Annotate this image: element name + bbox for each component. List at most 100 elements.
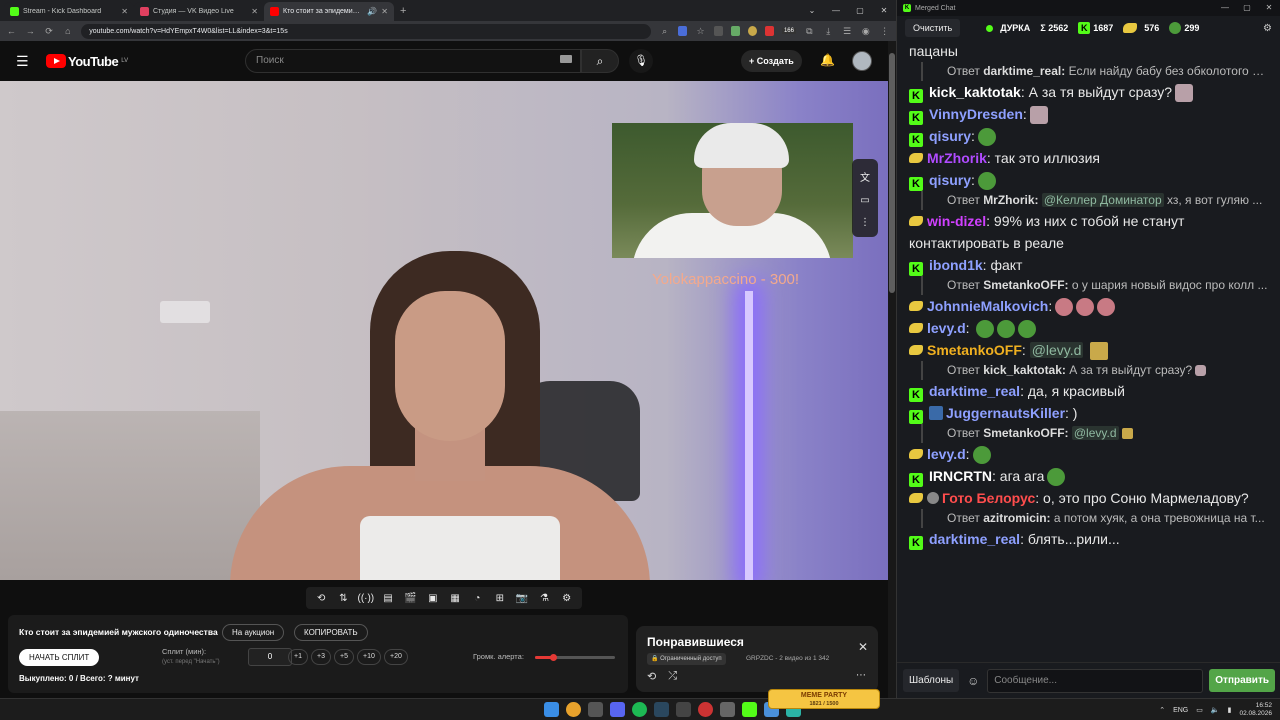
more-options-icon[interactable]: ⋮ [860, 217, 870, 228]
broadcast-icon[interactable]: ((·)) [357, 593, 375, 604]
tab-youtube-video[interactable]: Кто стоит за эпидемией м... 🔊 ✕ [264, 2, 394, 21]
chat-username[interactable]: IRNCRTN [929, 468, 992, 484]
extension-icon[interactable] [713, 26, 723, 36]
chat-username[interactable]: levy.d [927, 446, 966, 462]
volume-knob[interactable] [549, 654, 557, 661]
language-indicator[interactable]: ENG [1173, 707, 1188, 714]
more-options-icon[interactable]: ⋯ [856, 670, 866, 681]
close-tab-icon[interactable]: ✕ [251, 7, 258, 16]
increment-button[interactable]: +20 [384, 649, 408, 665]
app-icon[interactable] [698, 702, 713, 717]
reply-username[interactable]: SmetankoOFF: [983, 426, 1068, 440]
add-screen-icon[interactable]: ⊞ [491, 593, 509, 604]
close-tab-icon[interactable]: ✕ [381, 7, 388, 16]
chat-username[interactable]: ibond1k [929, 257, 983, 273]
chat-message[interactable]: Kdarktime_real: блять...рили... [909, 528, 1269, 550]
chat-reply-context[interactable]: Ответ SmetankoOFF: о у шария новый видос… [921, 276, 1269, 295]
tab-vk-studio[interactable]: Студия — VK Видео Live ✕ [134, 2, 264, 21]
mention[interactable]: @Келлер Доминатор [1041, 193, 1164, 207]
app-icon[interactable] [720, 702, 735, 717]
chat-username[interactable]: JuggernautsKiller [946, 405, 1065, 421]
mention[interactable]: @levy.d [1071, 426, 1119, 440]
reload-icon[interactable]: ⟳ [44, 26, 55, 37]
chat-message[interactable]: levy.d: [909, 443, 1269, 465]
increment-button[interactable]: +1 [288, 649, 308, 665]
back-icon[interactable]: ← [6, 26, 17, 36]
volume-icon[interactable]: 🔈 [1211, 706, 1220, 714]
chat-message[interactable]: MrZhorik: так это иллюзия [909, 147, 1269, 169]
keyboard-icon[interactable] [560, 55, 572, 63]
close-window-icon[interactable]: ✕ [1258, 0, 1280, 16]
subtitles-icon[interactable]: ▭ [860, 195, 869, 206]
chat-username[interactable]: MrZhorik [927, 150, 987, 166]
video-player[interactable]: Yolokappaccino - 300! 文 ▭ ⋮ [0, 81, 888, 580]
avatar[interactable] [852, 51, 872, 71]
playlist-icon[interactable]: ▤ [379, 593, 397, 604]
reply-username[interactable]: azitromicin: [983, 511, 1050, 525]
chat-message[interactable]: Гото Белорус: о, это про Соню Мармеладов… [909, 487, 1269, 509]
search-input[interactable]: Поиск [245, 49, 581, 73]
templates-button[interactable]: Шаблоны [903, 669, 960, 692]
emoji-icon[interactable]: ☺ [965, 674, 981, 688]
maximize-icon[interactable]: ▢ [1236, 0, 1258, 16]
zoom-icon[interactable]: ⌕ [659, 26, 670, 37]
chat-message[interactable]: Kqisury: [909, 125, 1269, 147]
menu-icon[interactable]: ☰ [16, 53, 40, 70]
chat-username[interactable]: qisury [929, 172, 971, 188]
extension-icon[interactable] [764, 26, 774, 36]
split-minutes-input[interactable]: 0 [248, 648, 292, 666]
start-split-button[interactable]: НАЧАТЬ СПЛИТ [19, 649, 100, 666]
chat-reply-context[interactable]: Ответ darktime_real: Если найду бабу без… [921, 62, 1269, 81]
chat-message[interactable]: K IRNCRTN: ага ага [909, 465, 1269, 487]
chat-username[interactable]: Гото Белорус [942, 490, 1035, 506]
meme-party-widget[interactable]: MEME PARTY 1821 / 1500 [768, 689, 880, 709]
create-button[interactable]: + Создать [741, 50, 802, 72]
settings-gear-icon[interactable]: ⚙ [558, 593, 576, 604]
sort-icon[interactable]: ⇅ [334, 593, 352, 604]
chat-message[interactable]: K JuggernautsKiller: ) [909, 402, 1269, 424]
chat-username[interactable]: win-dizel [927, 213, 986, 229]
scrollbar-thumb[interactable] [889, 53, 895, 293]
chat-message[interactable]: Kibond1k: факт [909, 254, 1269, 276]
app-icon[interactable] [676, 702, 691, 717]
extension-icon[interactable] [747, 26, 757, 36]
chat-username[interactable]: darktime_real [929, 531, 1020, 547]
mention[interactable]: @levy.d [1029, 342, 1084, 358]
notifications-bell-icon[interactable]: 🔔 [820, 53, 835, 67]
close-tab-icon[interactable]: ✕ [121, 7, 128, 16]
increment-button[interactable]: +10 [357, 649, 381, 665]
app-icon[interactable] [588, 702, 603, 717]
reply-username[interactable]: darktime_real: [983, 64, 1065, 78]
settings-gear-icon[interactable]: ⚙ [1263, 23, 1272, 34]
collapse-tabs-icon[interactable]: ⌄ [800, 0, 824, 21]
page-scrollbar[interactable] [888, 41, 896, 698]
frame-icon[interactable]: ▣ [424, 593, 442, 604]
minimize-icon[interactable]: — [1214, 0, 1236, 16]
chat-username[interactable]: darktime_real [929, 383, 1020, 399]
chat-messages[interactable]: пацаны Ответ darktime_real: Если найду ба… [897, 40, 1280, 662]
tab-kick-dashboard[interactable]: Stream - Kick Dashboard ✕ [4, 2, 134, 21]
flask-icon[interactable]: ⚗ [535, 593, 553, 604]
send-button[interactable]: Отправить [1209, 669, 1275, 692]
spotify-icon[interactable] [632, 702, 647, 717]
forward-icon[interactable]: → [25, 26, 36, 36]
chat-reply-context[interactable]: Ответ kick_kaktotak: А за тя выйдут сраз… [921, 361, 1269, 380]
chat-reply-context[interactable]: Ответ MrZhorik: @Келлер Доминатор хз, я … [921, 191, 1269, 210]
home-icon[interactable]: ⌂ [62, 26, 73, 36]
network-icon[interactable]: ▭ [1196, 706, 1203, 714]
close-window-icon[interactable]: ✕ [872, 0, 896, 21]
chat-message[interactable]: JohnnieMalkovich: [909, 295, 1269, 317]
search-button[interactable]: ⌕ [581, 49, 619, 73]
chat-reply-context[interactable]: Ответ SmetankoOFF: @levy.d [921, 424, 1269, 443]
close-icon[interactable]: ✕ [858, 640, 868, 654]
increment-button[interactable]: +5 [334, 649, 354, 665]
chat-message[interactable]: K VinnyDresden: [909, 103, 1269, 125]
chat-message-continuation[interactable]: пацаны [909, 40, 1269, 62]
camera-icon[interactable]: 📷 [513, 593, 531, 604]
to-auction-button[interactable]: На аукцион [222, 624, 285, 641]
message-input[interactable]: Сообщение... [987, 668, 1204, 693]
chevron-up-icon[interactable]: ⌃ [1159, 706, 1165, 714]
clock[interactable]: 16:52 02.08.2026 [1239, 702, 1272, 718]
playlist-title[interactable]: Понравившиеся [647, 635, 744, 649]
translate-icon[interactable]: 文 [860, 169, 870, 184]
